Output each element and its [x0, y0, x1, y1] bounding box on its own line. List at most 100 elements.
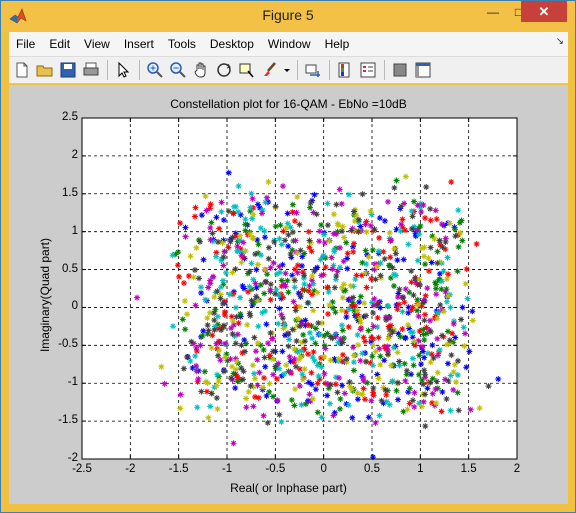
x-axis-label: Real( or Inphase part): [230, 481, 347, 495]
scatter-point: [383, 391, 390, 398]
new-figure-icon[interactable]: [11, 59, 33, 81]
scatter-point: [381, 255, 388, 262]
toolbar-separator: [107, 60, 108, 80]
menu-window[interactable]: Window: [261, 37, 318, 51]
scatter-point: [278, 418, 285, 425]
scatter-point: [288, 396, 295, 403]
figure-area: Constellation plot for 16-QAM - EbNo =10…: [9, 85, 568, 504]
scatter-point: [384, 351, 391, 358]
colorbar-icon[interactable]: [334, 59, 356, 81]
scatter-point: [450, 320, 457, 327]
scatter-point: [182, 326, 189, 333]
menu-desktop[interactable]: Desktop: [203, 37, 261, 51]
scatter-point: [339, 339, 346, 346]
menu-file[interactable]: File: [9, 37, 42, 51]
save-icon[interactable]: [57, 59, 79, 81]
brush-dropdown-icon[interactable]: [282, 59, 292, 81]
scatter-point: [455, 407, 462, 414]
scatter-point: [452, 233, 459, 240]
scatter-point: [259, 309, 266, 316]
scatter-point: [351, 352, 358, 359]
scatter-point: [296, 383, 303, 390]
scatter-point: [434, 248, 441, 255]
print-icon[interactable]: [80, 59, 102, 81]
scatter-point: [417, 281, 424, 288]
scatter-point: [371, 226, 378, 233]
menu-edit[interactable]: Edit: [42, 37, 77, 51]
menu-view[interactable]: View: [77, 37, 117, 51]
scatter-point: [202, 296, 209, 303]
scatter-point: [360, 374, 367, 381]
scatter-point: [266, 380, 273, 387]
scatter-point: [208, 390, 215, 397]
menu-bar: File Edit View Insert Tools Desktop Wind…: [9, 32, 568, 56]
title-bar[interactable]: Figure 5 — □ ✕: [1, 1, 575, 32]
menu-help[interactable]: Help: [318, 37, 357, 51]
show-plot-tools-icon[interactable]: [412, 59, 434, 81]
toolbar-separator: [297, 60, 298, 80]
data-cursor-icon[interactable]: [236, 59, 258, 81]
x-tick-label: 1.5: [460, 463, 477, 475]
open-file-icon[interactable]: [34, 59, 56, 81]
hide-plot-tools-icon[interactable]: [389, 59, 411, 81]
y-tick-label: 0.5: [62, 262, 78, 275]
zoom-out-icon[interactable]: [167, 59, 189, 81]
scatter-point: [344, 250, 351, 257]
link-plot-icon[interactable]: [302, 59, 324, 81]
scatter-point: [389, 378, 396, 385]
scatter-point: [433, 378, 440, 385]
x-tick-label: 0.5: [364, 463, 380, 475]
scatter-point: [310, 348, 317, 355]
pointer-icon[interactable]: [112, 59, 134, 81]
x-tick-label: -2.5: [72, 463, 92, 475]
scatter-point: [376, 345, 383, 352]
y-tick-label: -2: [67, 452, 78, 464]
scatter-point: [453, 379, 460, 386]
y-tick-label: 1.5: [62, 186, 78, 199]
pan-icon[interactable]: [190, 59, 212, 81]
scatter-point: [438, 278, 445, 285]
figure-window: Figure 5 — □ ✕ File Edit View Insert Too…: [0, 0, 576, 513]
scatter-point: [314, 380, 321, 387]
scatter-point: [378, 397, 385, 404]
scatter-point: [375, 375, 382, 382]
scatter-point: [249, 362, 256, 369]
legend-icon[interactable]: [357, 59, 379, 81]
scatter-point: [276, 411, 283, 418]
scatter-point: [380, 248, 387, 255]
y-tick-label: 2.5: [62, 111, 78, 123]
x-tick-label: 1: [417, 463, 424, 475]
scatter-point: [350, 359, 357, 366]
menu-tools[interactable]: Tools: [161, 37, 203, 51]
dock-figure-icon[interactable]: ↘: [556, 36, 564, 47]
x-tick-label: -0.5: [265, 463, 286, 475]
scatter-point: [312, 386, 319, 393]
close-button[interactable]: ✕: [521, 1, 567, 22]
zoom-in-icon[interactable]: [144, 59, 166, 81]
y-tick-label: 2: [71, 148, 78, 161]
scatter-point: [293, 209, 300, 216]
minimize-button[interactable]: —: [480, 1, 506, 22]
scatter-point: [335, 355, 342, 362]
scatter-point: [350, 367, 357, 374]
x-tick-label: 0: [320, 463, 327, 475]
scatter-point: [394, 396, 401, 403]
scatter-point: [191, 267, 198, 274]
scatter-point: [331, 246, 338, 253]
scatter-point: [329, 335, 336, 342]
scatter-point: [185, 273, 192, 279]
scatter-point: [279, 348, 286, 355]
brush-icon[interactable]: [259, 59, 281, 81]
scatter-point: [193, 362, 200, 369]
scatter-plot[interactable]: [9, 85, 568, 504]
rotate-3d-icon[interactable]: [213, 59, 235, 81]
scatter-point: [348, 386, 355, 393]
scatter-point: [301, 366, 308, 373]
scatter-point: [322, 345, 329, 352]
y-tick-label: 0: [71, 300, 78, 313]
scatter-point: [424, 350, 431, 357]
scatter-point: [420, 381, 427, 388]
scatter-point: [418, 361, 425, 368]
x-tick-label: -2: [125, 463, 136, 475]
menu-insert[interactable]: Insert: [117, 37, 161, 51]
